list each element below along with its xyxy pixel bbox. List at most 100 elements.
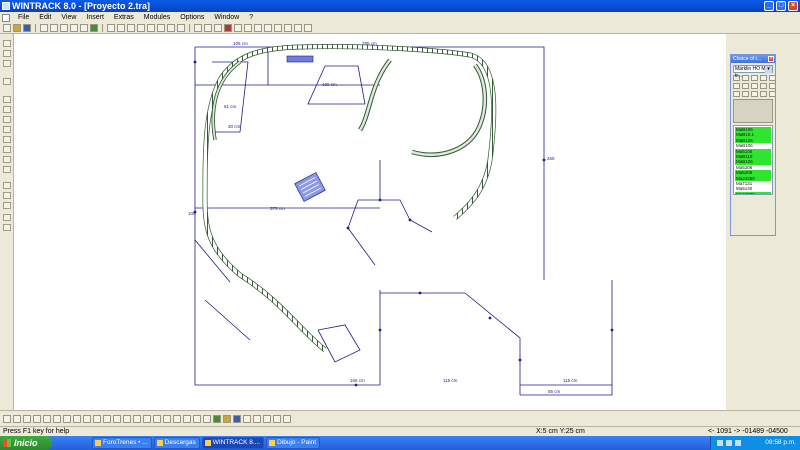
train-icon[interactable] — [213, 414, 221, 423]
line-icon[interactable] — [204, 24, 212, 32]
layer-15-icon[interactable] — [143, 414, 151, 423]
menu-extras[interactable]: Extras — [109, 14, 139, 21]
menu-insert[interactable]: Insert — [81, 14, 109, 21]
nav-prev-icon[interactable] — [253, 414, 261, 423]
signal-icon[interactable] — [294, 24, 302, 32]
edit-tool-icon[interactable] — [3, 214, 11, 221]
switch-track-icon[interactable] — [751, 75, 758, 81]
chevron-down-icon[interactable]: ▾ — [765, 66, 772, 73]
nav-extra-icon[interactable] — [283, 414, 291, 423]
track-tool-icon[interactable] — [3, 78, 11, 85]
article-list[interactable]: MaB106 MaB10.1 MaB126 MaB106 Ma5106 MaB110 MaB… — [733, 125, 773, 195]
layer-10-icon[interactable] — [93, 414, 101, 423]
menu-file[interactable]: File — [13, 14, 34, 21]
menu-help[interactable]: ? — [244, 14, 258, 21]
network-icon[interactable] — [717, 440, 723, 446]
bridge-item-icon[interactable] — [742, 91, 749, 97]
color-tool-icon[interactable] — [3, 166, 11, 173]
image-icon[interactable] — [90, 24, 98, 32]
layer-20-icon[interactable] — [193, 414, 201, 423]
tunnel-item-icon[interactable] — [751, 91, 758, 97]
curve-tool-icon[interactable] — [3, 106, 11, 113]
curve-track-icon[interactable] — [742, 75, 749, 81]
layer-16-icon[interactable] — [153, 414, 161, 423]
track-icon[interactable] — [254, 24, 262, 32]
document-icon[interactable] — [2, 13, 10, 22]
switch-tool-icon[interactable] — [3, 96, 11, 103]
measure-tool-icon[interactable] — [3, 156, 11, 163]
drawing-canvas[interactable]: 105 cm 295 cm 30 cm 265 100 cm 375 cm 61… — [14, 34, 726, 410]
vehicle-item-icon[interactable] — [760, 83, 767, 89]
task-paint[interactable]: Dibujo - Paint — [266, 437, 321, 449]
close-button[interactable]: × — [788, 1, 798, 11]
print-preview-icon[interactable] — [50, 24, 58, 32]
grid-icon[interactable] — [147, 24, 155, 32]
layer-21-icon[interactable] — [203, 414, 211, 423]
figure-item-icon[interactable] — [769, 83, 776, 89]
circle-tool-icon[interactable] — [3, 136, 11, 143]
layer-5-icon[interactable] — [43, 414, 51, 423]
layer-4-icon[interactable] — [33, 414, 41, 423]
ramp-icon[interactable] — [274, 24, 282, 32]
layer-3-icon[interactable] — [23, 414, 31, 423]
minimize-button[interactable]: _ — [764, 1, 774, 11]
volume-icon[interactable] — [726, 440, 732, 446]
mirror-icon[interactable] — [244, 24, 252, 32]
track-plan-drawing[interactable]: 105 cm 295 cm 30 cm 265 100 cm 375 cm 61… — [14, 34, 726, 410]
delete-tool-icon[interactable] — [3, 224, 11, 231]
layer-1-icon[interactable] — [3, 414, 11, 423]
print-icon[interactable] — [40, 24, 48, 32]
3d-icon[interactable] — [233, 414, 241, 423]
layer-12-icon[interactable] — [113, 414, 121, 423]
select-tool-icon[interactable] — [3, 40, 11, 47]
layer-19-icon[interactable] — [183, 414, 191, 423]
signal-item-icon[interactable] — [733, 83, 740, 89]
tree-item-icon[interactable] — [751, 83, 758, 89]
paste-icon[interactable] — [80, 24, 88, 32]
rectangle-tool-icon[interactable] — [3, 126, 11, 133]
3d-view-icon[interactable] — [769, 91, 776, 97]
menu-modules[interactable]: Modules — [139, 14, 175, 21]
redo-icon[interactable] — [177, 24, 185, 32]
undo-icon[interactable] — [167, 24, 175, 32]
catenary-item-icon[interactable] — [733, 91, 740, 97]
menu-window[interactable]: Window — [209, 14, 244, 21]
crossing-track-icon[interactable] — [760, 75, 767, 81]
line-tool-icon[interactable] — [3, 50, 11, 57]
layer-18-icon[interactable] — [173, 414, 181, 423]
menu-options[interactable]: Options — [175, 14, 209, 21]
select-icon[interactable] — [194, 24, 202, 32]
nav-first-icon[interactable] — [243, 414, 251, 423]
start-button[interactable]: Inicio — [0, 436, 52, 450]
menu-view[interactable]: View — [56, 14, 81, 21]
distribute-tool-icon[interactable] — [3, 192, 11, 199]
open-folder-icon[interactable] — [13, 24, 21, 32]
measure-icon[interactable] — [224, 24, 232, 32]
layer-14-icon[interactable] — [133, 414, 141, 423]
cut-icon[interactable] — [60, 24, 68, 32]
layer-13-icon[interactable] — [123, 414, 131, 423]
zoom-all-icon[interactable] — [137, 24, 145, 32]
layer-7-icon[interactable] — [63, 414, 71, 423]
task-wintrack[interactable]: WINTRACK 8.... — [201, 437, 265, 449]
move-icon[interactable] — [157, 24, 165, 32]
save-icon[interactable] — [23, 24, 31, 32]
control-icon[interactable] — [223, 414, 231, 423]
fill-tool-icon[interactable] — [3, 146, 11, 153]
maximize-button[interactable]: □ — [776, 1, 786, 11]
layer-9-icon[interactable] — [83, 414, 91, 423]
text-tool-icon[interactable] — [3, 116, 11, 123]
arc-tool-icon[interactable] — [3, 60, 11, 67]
nav-next-icon[interactable] — [263, 414, 271, 423]
copy-icon[interactable] — [70, 24, 78, 32]
flex-track-icon[interactable] — [769, 75, 776, 81]
track-system-select[interactable]: Märklin HO M-tr... ▾ — [733, 65, 773, 79]
task-forotrenes[interactable]: ForoTrenes • ... — [92, 437, 152, 449]
rotate-icon[interactable] — [234, 24, 242, 32]
align-tool-icon[interactable] — [3, 182, 11, 189]
zoom-in-icon[interactable] — [107, 24, 115, 32]
zoom-window-icon[interactable] — [127, 24, 135, 32]
text-icon[interactable] — [214, 24, 222, 32]
layer-8-icon[interactable] — [73, 414, 81, 423]
layer-6-icon[interactable] — [53, 414, 61, 423]
